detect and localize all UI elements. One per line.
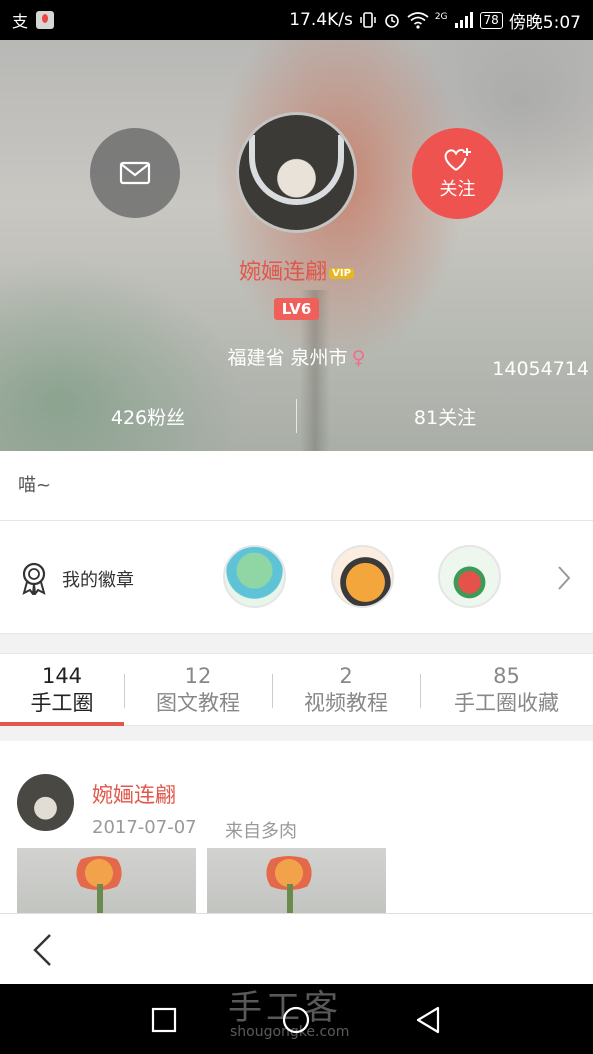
badge-1[interactable] (223, 545, 286, 608)
network-type: 2G (434, 11, 448, 22)
badges-label: 我的徽章 (62, 570, 134, 591)
status-bar: 支 17.4K/s 2G 78 傍晚5:07 (0, 0, 593, 40)
tab-handcraft-circle[interactable]: 144 手工圈 (0, 654, 124, 726)
map-icon (36, 11, 55, 29)
back-arrow-icon (33, 934, 51, 966)
username: 婉婳连翩 VIP (0, 254, 593, 286)
message-button[interactable] (90, 128, 180, 218)
post-date: 2017-07-07 (92, 817, 197, 838)
follow-button[interactable]: 关注 (412, 128, 503, 219)
chevron-right-icon (558, 566, 571, 590)
tab-video-tutorials[interactable]: 2 视频教程 (272, 654, 420, 725)
avatar[interactable] (236, 112, 357, 233)
post-card[interactable]: 婉婳连翩 2017-07-07 来自多肉 (0, 741, 593, 913)
nav-back-button[interactable] (410, 1002, 446, 1038)
profile-screen: 支 17.4K/s 2G 78 傍晚5:07 关注 婉婳连翩 VIP LV6 福… (0, 0, 593, 1054)
post-image[interactable] (207, 848, 386, 913)
fans-count[interactable]: 426粉丝 (0, 403, 296, 430)
battery-icon: 78 (479, 11, 503, 29)
heart-plus-icon (444, 147, 471, 171)
vibrate-icon (360, 12, 376, 28)
signal-icon (454, 12, 473, 28)
recents-button[interactable] (146, 1002, 182, 1038)
female-icon: ♀ (351, 347, 366, 369)
home-button[interactable] (278, 1002, 314, 1038)
badge-3[interactable] (438, 545, 501, 608)
envelope-icon (119, 161, 151, 185)
post-avatar[interactable] (17, 774, 74, 831)
badge-2[interactable] (331, 545, 394, 608)
tab-image-tutorials[interactable]: 12 图文教程 (124, 654, 272, 725)
square-icon (151, 1007, 177, 1033)
wifi-icon (407, 12, 429, 29)
post-image[interactable] (17, 848, 196, 913)
post-author[interactable]: 婉婳连翩 (92, 779, 176, 809)
alarm-icon (385, 14, 399, 28)
app-icon: 支 (12, 12, 29, 31)
user-id: 14054714 (492, 358, 589, 380)
follow-label: 关注 (439, 178, 476, 200)
circle-icon (282, 1006, 310, 1034)
post-source[interactable]: 来自多肉 (225, 817, 297, 843)
stats-row: 426粉丝 81关注 (0, 392, 593, 440)
badges-row[interactable]: 我的徽章 (0, 521, 593, 634)
triangle-back-icon (416, 1006, 440, 1034)
bio: 喵~ (0, 451, 593, 521)
network-speed: 17.4K/s (289, 10, 353, 30)
following-count[interactable]: 81关注 (297, 403, 593, 430)
level-badge: LV6 (274, 298, 319, 320)
system-nav-bar: 手工客 shougongke.com (0, 984, 593, 1054)
medal-icon (22, 562, 46, 595)
back-button[interactable] (22, 930, 62, 970)
bottom-bar (0, 913, 593, 984)
clock: 傍晚5:07 (508, 12, 581, 33)
tab-collections[interactable]: 85 手工圈收藏 (420, 654, 593, 725)
content-tabs: 144 手工圈 12 图文教程 2 视频教程 85 手工圈收藏 (0, 653, 593, 726)
profile-header: 关注 婉婳连翩 VIP LV6 福建省 泉州市 ♀ 14054714 426粉丝 8… (0, 40, 593, 451)
vip-badge: VIP (329, 267, 354, 279)
